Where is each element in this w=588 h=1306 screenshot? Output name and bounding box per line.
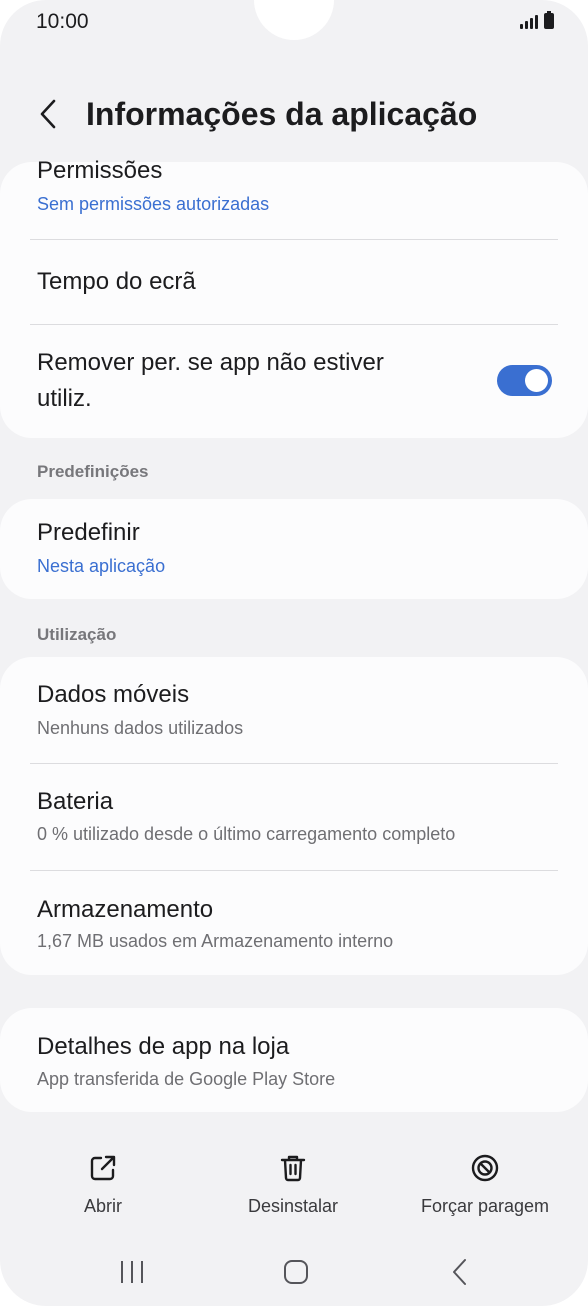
uninstall-button[interactable]: Desinstalar xyxy=(233,1148,353,1228)
phone-screen: 10:00 Informações da aplicação Permissõe… xyxy=(0,0,588,1306)
permissions-row[interactable]: Permissões Sem permissões autorizadas xyxy=(0,157,588,238)
mobile-data-subtitle: Nenhuns dados utilizados xyxy=(37,718,244,738)
open-label: Abrir xyxy=(83,1196,122,1216)
toggle-knob xyxy=(525,369,548,392)
store-card: Detalhes de app na loja App transferida … xyxy=(0,1008,588,1112)
signal-icon xyxy=(520,13,538,29)
store-details-title: Detalhes de app na loja xyxy=(37,1033,290,1060)
trash-icon xyxy=(280,1155,306,1182)
uninstall-label: Desinstalar xyxy=(247,1196,339,1216)
storage-row[interactable]: Armazenamento 1,67 MB usados em Armazena… xyxy=(0,871,588,975)
force-stop-label: Forçar paragem xyxy=(420,1196,550,1216)
remove-permissions-title-line1: Remover per. se app não estiver xyxy=(37,349,384,376)
status-time: 10:00 xyxy=(36,10,89,33)
storage-subtitle: 1,67 MB usados em Armazenamento interno xyxy=(37,931,394,951)
page-title: Informações da aplicação xyxy=(86,96,478,132)
store-details-row[interactable]: Detalhes de app na loja App transferida … xyxy=(0,1008,588,1112)
usage-card: Dados móveis Nenhuns dados utilizados Ba… xyxy=(0,657,588,975)
status-icons xyxy=(520,11,554,29)
set-default-row[interactable]: Predefinir Nesta aplicação xyxy=(0,499,588,599)
status-bar: 10:00 xyxy=(0,0,588,44)
permissions-subtitle: Sem permissões autorizadas xyxy=(37,194,270,214)
remove-permissions-title-line2: utiliz. xyxy=(37,385,92,412)
nav-back-icon xyxy=(453,1259,466,1285)
mobile-data-row[interactable]: Dados móveis Nenhuns dados utilizados xyxy=(0,657,588,763)
permissions-card: Permissões Sem permissões autorizadas Te… xyxy=(0,157,588,438)
recent-apps-button[interactable] xyxy=(102,1252,162,1292)
set-default-title: Predefinir xyxy=(37,519,140,546)
battery-row[interactable]: Bateria 0 % utilizado desde o último car… xyxy=(0,764,588,870)
remove-permissions-toggle[interactable] xyxy=(497,365,552,396)
remove-permissions-row[interactable]: Remover per. se app não estiver utiliz. xyxy=(0,325,588,438)
force-stop-button[interactable]: Forçar paragem xyxy=(415,1148,555,1228)
defaults-card: Predefinir Nesta aplicação xyxy=(0,499,588,599)
section-label-defaults: Predefinições xyxy=(37,462,149,481)
section-label-usage: Utilização xyxy=(37,625,117,644)
chevron-left-icon xyxy=(40,99,56,129)
recent-apps-icon xyxy=(121,1261,143,1283)
nav-back-button[interactable] xyxy=(430,1252,490,1292)
open-external-icon xyxy=(90,1155,116,1181)
open-button[interactable]: Abrir xyxy=(53,1148,153,1228)
battery-subtitle: 0 % utilizado desde o último carregament… xyxy=(37,824,456,844)
block-icon xyxy=(471,1154,499,1182)
navigation-bar xyxy=(0,1242,588,1302)
battery-icon xyxy=(544,11,554,29)
screen-time-row[interactable]: Tempo do ecrã xyxy=(0,240,588,324)
app-header: Informações da aplicação xyxy=(0,84,588,144)
store-details-subtitle: App transferida de Google Play Store xyxy=(37,1069,336,1089)
set-default-subtitle: Nesta aplicação xyxy=(37,556,166,576)
storage-title: Armazenamento xyxy=(37,896,214,923)
battery-title: Bateria xyxy=(37,788,114,815)
screen-time-title: Tempo do ecrã xyxy=(37,268,196,295)
back-button[interactable] xyxy=(28,94,68,134)
permissions-title: Permissões xyxy=(37,157,163,184)
home-button[interactable] xyxy=(266,1252,326,1292)
home-icon xyxy=(284,1260,308,1284)
mobile-data-title: Dados móveis xyxy=(37,681,190,708)
